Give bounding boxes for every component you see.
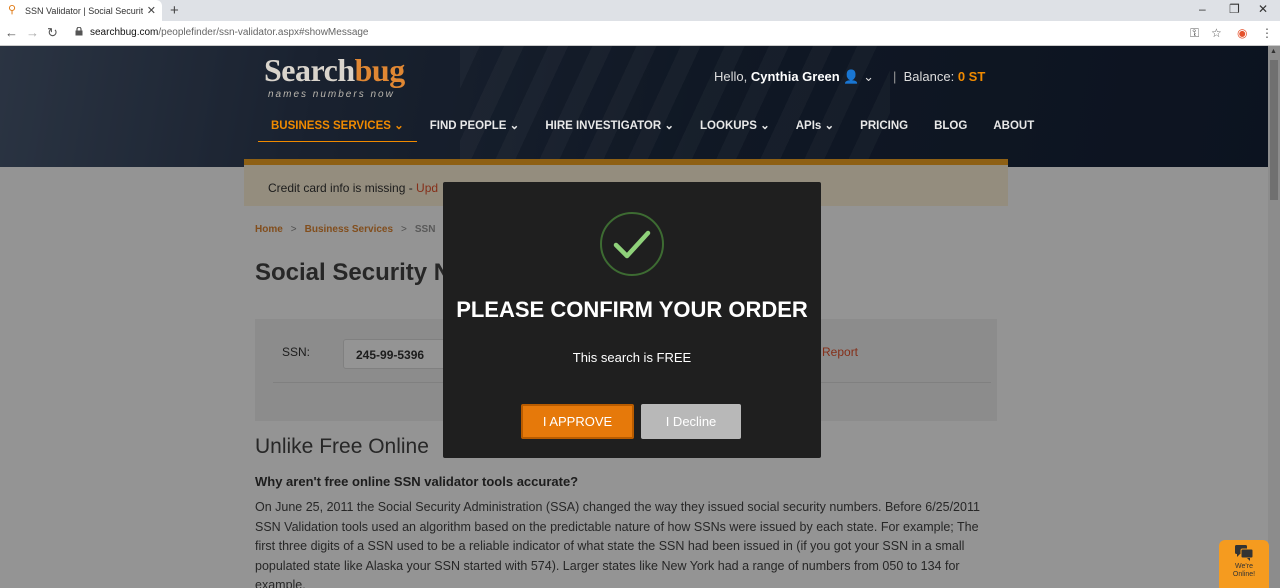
back-icon[interactable]: ← — [5, 25, 18, 40]
new-tab-icon[interactable]: + — [170, 2, 179, 19]
nav-blog[interactable]: BLOG — [921, 119, 980, 142]
main-nav: BUSINESS SERVICES ⌄ FIND PEOPLE ⌄ HIRE I… — [258, 119, 1047, 142]
balance-value[interactable]: 0 ST — [958, 69, 985, 84]
minimize-icon[interactable]: – — [1199, 2, 1206, 16]
searchbug-logo[interactable]: Searchbug — [264, 52, 405, 89]
tab-title: SSN Validator | Social Security Nu — [25, 5, 143, 16]
nav-business-services[interactable]: BUSINESS SERVICES ⌄ — [258, 119, 417, 142]
forward-icon[interactable]: → — [26, 25, 39, 40]
reload-icon[interactable]: ↻ — [47, 25, 58, 41]
chevron-down-icon[interactable]: ⌄ — [863, 69, 874, 84]
user-greeting[interactable]: Hello, Cynthia Green 👤 ⌄ — [714, 69, 874, 85]
balance-display: | Balance: 0 ST — [893, 69, 986, 84]
logo-tagline: names numbers now — [268, 89, 395, 100]
address-bar: ← → ↻ searchbug.com/peoplefinder/ssn-val… — [0, 21, 1280, 46]
tab-close-icon[interactable]: ✕ — [147, 4, 156, 17]
checkmark-icon — [600, 212, 664, 276]
chat-bubble-icon — [1235, 545, 1254, 561]
modal-subtitle: This search is FREE — [572, 350, 692, 365]
restore-icon[interactable]: ❐ — [1229, 2, 1240, 16]
nav-lookups[interactable]: LOOKUPS ⌄ — [687, 119, 783, 142]
approve-button[interactable]: I APPROVE — [521, 404, 634, 439]
menu-icon[interactable]: ⋮ — [1261, 26, 1273, 40]
balance-label: Balance: — [903, 69, 955, 84]
user-icon: 👤 — [843, 69, 860, 84]
live-chat-widget[interactable]: We're Online! — [1219, 540, 1269, 588]
lock-icon — [75, 27, 83, 36]
url-field[interactable]: searchbug.com/peoplefinder/ssn-validator… — [90, 27, 369, 38]
nav-apis[interactable]: APIs ⌄ — [783, 119, 847, 142]
nav-hire-investigator[interactable]: HIRE INVESTIGATOR ⌄ — [532, 119, 687, 142]
nav-about[interactable]: ABOUT — [980, 119, 1047, 142]
extension-icon[interactable]: ◉ — [1237, 26, 1247, 40]
star-icon[interactable]: ☆ — [1211, 26, 1222, 40]
nav-pricing[interactable]: PRICING — [847, 119, 921, 142]
modal-title: PLEASE CONFIRM YOUR ORDER — [456, 297, 808, 322]
chat-line-2: Online! — [1232, 571, 1256, 578]
confirm-order-modal: PLEASE CONFIRM YOUR ORDER This search is… — [443, 182, 821, 458]
key-icon[interactable]: ⚿ — [1190, 26, 1199, 41]
hello-prefix: Hello, — [714, 69, 748, 84]
browser-tab[interactable]: ⚲ SSN Validator | Social Security Nu ✕ — [0, 0, 162, 21]
browser-tab-bar: ⚲ SSN Validator | Social Security Nu ✕ +… — [0, 0, 1280, 21]
page: Searchbug names numbers now Hello, Cynth… — [0, 46, 1280, 588]
user-name[interactable]: Cynthia Green — [751, 69, 840, 84]
window-close-icon[interactable]: ✕ — [1258, 2, 1268, 16]
searchbug-favicon-icon: ⚲ — [8, 4, 17, 16]
decline-button[interactable]: I Decline — [641, 404, 741, 439]
chat-line-1: We're — [1235, 563, 1253, 570]
nav-find-people[interactable]: FIND PEOPLE ⌄ — [417, 119, 533, 142]
